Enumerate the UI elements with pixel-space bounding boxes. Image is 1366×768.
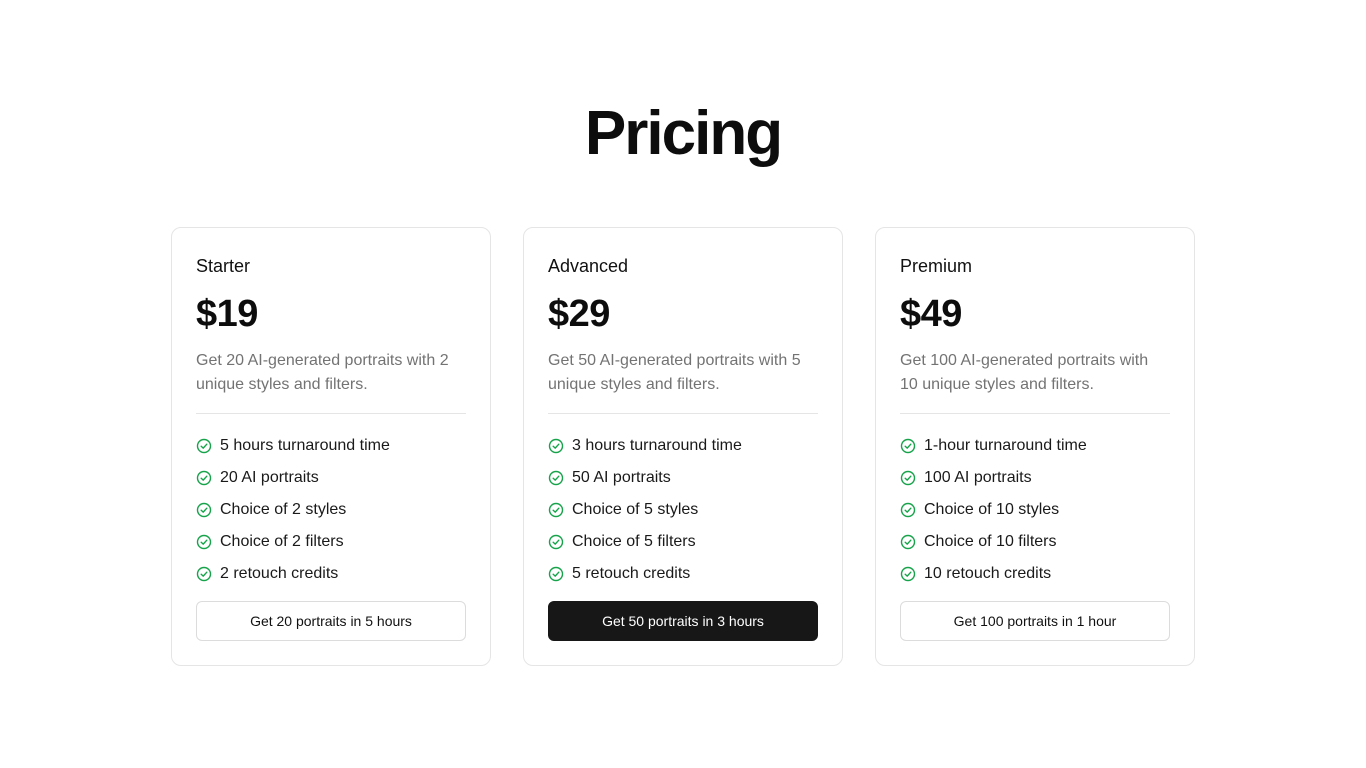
check-circle-icon [196, 566, 212, 582]
plan-name: Starter [196, 256, 251, 276]
get-premium-button[interactable]: Get 100 portraits in 1 hour [900, 601, 1170, 641]
feature-item: 5 retouch credits [548, 558, 818, 590]
feature-item: 50 AI portraits [548, 462, 818, 494]
feature-label: 20 AI portraits [220, 469, 319, 486]
check-circle-icon [196, 470, 212, 486]
feature-item: 3 hours turnaround time [548, 430, 818, 462]
plan-description: Get 100 AI-generated portraits with 10 u… [900, 349, 1170, 414]
check-circle-icon [196, 438, 212, 454]
feature-item: Choice of 2 filters [196, 526, 466, 558]
check-circle-icon [196, 502, 212, 518]
feature-list: 1-hour turnaround time 100 AI portraits … [900, 430, 1170, 590]
feature-label: 3 hours turnaround time [572, 437, 742, 454]
check-circle-icon [196, 534, 212, 550]
plan-price: $29 [548, 293, 610, 335]
feature-item: 5 hours turnaround time [196, 430, 466, 462]
feature-item: 100 AI portraits [900, 462, 1170, 494]
feature-label: Choice of 5 styles [572, 501, 699, 518]
feature-list: 5 hours turnaround time 20 AI portraits … [196, 430, 466, 590]
check-circle-icon [548, 502, 564, 518]
check-circle-icon [900, 566, 916, 582]
feature-item: 1-hour turnaround time [900, 430, 1170, 462]
check-circle-icon [548, 470, 564, 486]
feature-label: Choice of 2 styles [220, 501, 347, 518]
plan-description: Get 20 AI-generated portraits with 2 uni… [196, 349, 466, 414]
feature-item: Choice of 5 filters [548, 526, 818, 558]
feature-label: 5 retouch credits [572, 565, 691, 582]
check-circle-icon [900, 502, 916, 518]
plan-card-premium: Premium $49 Get 100 AI-generated portrai… [875, 227, 1195, 666]
check-circle-icon [548, 438, 564, 454]
feature-list: 3 hours turnaround time 50 AI portraits … [548, 430, 818, 590]
plan-price: $49 [900, 293, 962, 335]
feature-item: Choice of 2 styles [196, 494, 466, 526]
feature-label: Choice of 10 styles [924, 501, 1060, 518]
feature-label: Choice of 10 filters [924, 533, 1057, 550]
check-circle-icon [900, 534, 916, 550]
feature-item: Choice of 10 styles [900, 494, 1170, 526]
pricing-plans: Starter $19 Get 20 AI-generated portrait… [171, 227, 1195, 666]
feature-item: 20 AI portraits [196, 462, 466, 494]
feature-item: Choice of 5 styles [548, 494, 818, 526]
feature-label: 5 hours turnaround time [220, 437, 390, 454]
feature-label: Choice of 5 filters [572, 533, 696, 550]
feature-label: 2 retouch credits [220, 565, 339, 582]
feature-label: 1-hour turnaround time [924, 437, 1087, 454]
plan-card-advanced: Advanced $29 Get 50 AI-generated portrai… [523, 227, 843, 666]
plan-name: Premium [900, 256, 973, 276]
get-starter-button[interactable]: Get 20 portraits in 5 hours [196, 601, 466, 641]
plan-price: $19 [196, 293, 258, 335]
feature-label: 50 AI portraits [572, 469, 671, 486]
feature-item: 10 retouch credits [900, 558, 1170, 590]
check-circle-icon [548, 534, 564, 550]
check-circle-icon [548, 566, 564, 582]
check-circle-icon [900, 470, 916, 486]
get-advanced-button[interactable]: Get 50 portraits in 3 hours [548, 601, 818, 641]
feature-item: Choice of 10 filters [900, 526, 1170, 558]
page-title: Pricing [584, 99, 783, 168]
feature-item: 2 retouch credits [196, 558, 466, 590]
feature-label: Choice of 2 filters [220, 533, 344, 550]
check-circle-icon [900, 438, 916, 454]
feature-label: 10 retouch credits [924, 565, 1052, 582]
plan-card-starter: Starter $19 Get 20 AI-generated portrait… [171, 227, 491, 666]
plan-name: Advanced [548, 256, 629, 276]
plan-description: Get 50 AI-generated portraits with 5 uni… [548, 349, 818, 414]
feature-label: 100 AI portraits [924, 469, 1032, 486]
